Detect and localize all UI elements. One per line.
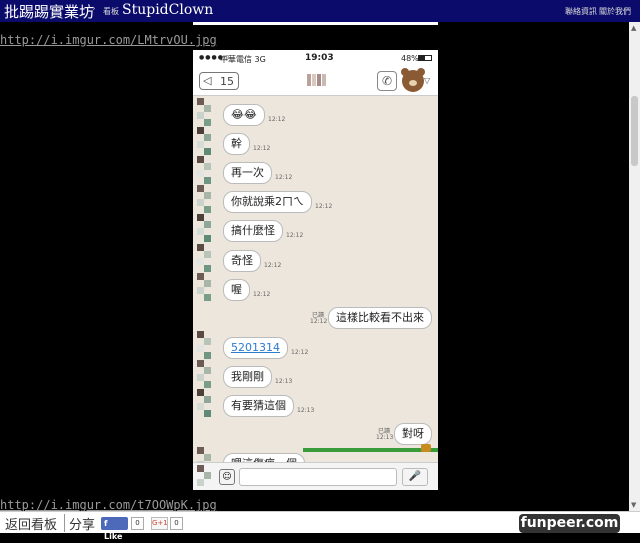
google-plus-button[interactable]: G+1 [151, 517, 168, 530]
battery-percent: 48% [401, 54, 419, 63]
message-bubble: 😂😂 [223, 104, 265, 126]
avatar[interactable] [197, 273, 211, 301]
message-time: 12:12 [310, 318, 328, 325]
brand-logo: funpeer.com [519, 514, 620, 533]
chevron-down-icon[interactable]: ▽ [424, 76, 430, 85]
phone-status-bar: ●●●●○ 中華電信 3G 19:03 48% [193, 50, 438, 66]
sticker-badge [421, 444, 431, 452]
message-bubble: 再一次 [223, 162, 272, 184]
call-icon[interactable]: ✆ [377, 71, 397, 91]
google-plus-count: 0 [170, 517, 183, 530]
message-bubble: 幹 [223, 133, 250, 155]
facebook-like-button[interactable]: f Like [101, 517, 128, 541]
message-input[interactable] [239, 468, 397, 486]
board-name-link[interactable]: StupidClown [122, 2, 213, 18]
message-link[interactable]: 5201314 [223, 337, 288, 359]
about-link[interactable]: 關於我們 [599, 6, 631, 17]
message-bubble-sent: 對呀 [394, 423, 432, 445]
scroll-up-icon[interactable]: ▲ [631, 24, 636, 32]
divider [64, 514, 65, 532]
avatar [197, 465, 211, 487]
message-time: 12:12 [315, 203, 333, 210]
bear-sticker-icon[interactable] [401, 68, 425, 92]
message-bubble: 搞什麼怪 [223, 220, 283, 242]
message-bubble: 你就說乘2ㄇㄟ [223, 191, 312, 213]
share-label: 分享 [69, 518, 96, 533]
message-time: 12:13 [275, 378, 293, 385]
unread-count: 15 [220, 75, 234, 88]
back-button[interactable]: ◁ 15 [199, 72, 239, 90]
avatar[interactable] [197, 185, 211, 213]
message-bubble-sent: 這樣比較看不出來 [328, 307, 432, 329]
message-bubble: 有要猜這個 [223, 395, 294, 417]
image-link-2[interactable]: http://i.imgur.com/t7OOWpK.jpg [0, 498, 217, 512]
avatar[interactable] [197, 389, 211, 417]
breadcrumb-separator: › [92, 4, 96, 14]
mic-icon[interactable]: 🎤 [402, 468, 428, 486]
message-time: 12:12 [268, 116, 286, 123]
content-divider [193, 22, 438, 25]
chat-nav-bar: ◁ 15 ✆ ▽ [193, 66, 438, 96]
message-time: 12:12 [291, 349, 309, 356]
avatar[interactable] [197, 127, 211, 155]
bottom-bar: 返回看板 分享 f Like 0 G+1 0 funpeer.com [0, 511, 640, 541]
board-label: 看板 [103, 7, 119, 16]
carrier-label: 中華電信 3G [220, 55, 266, 64]
message-time: 12:12 [253, 291, 271, 298]
chat-screenshot: ●●●●○ 中華電信 3G 19:03 48% ◁ 15 ✆ ▽ 😂😂 12:12… [193, 50, 438, 490]
avatar[interactable] [197, 360, 211, 388]
battery-icon [418, 55, 432, 61]
image-link-1[interactable]: http://i.imgur.com/LMtrvOU.jpg [0, 33, 217, 47]
avatar[interactable] [197, 244, 211, 272]
message-bubble: 奇怪 [223, 250, 261, 272]
chat-input-bar: ☺ 🎤 [193, 462, 438, 490]
message-time: 12:12 [286, 232, 304, 239]
back-to-board-link[interactable]: 返回看板 [5, 514, 57, 533]
page-scrollbar[interactable]: ▲ ▼ [629, 22, 640, 511]
chat-title-pixelated [307, 74, 327, 86]
avatar[interactable] [197, 331, 211, 359]
message-time: 12:12 [264, 262, 282, 269]
message-time: 12:13 [376, 434, 394, 441]
site-name-link[interactable]: 批踢踢實業坊 [4, 1, 94, 22]
message-time: 12:13 [297, 407, 315, 414]
back-arrow-icon: ◁ [203, 74, 212, 87]
avatar[interactable] [197, 156, 211, 184]
emoji-button[interactable]: ☺ [219, 469, 235, 485]
message-time: 12:12 [253, 145, 271, 152]
scrollbar-thumb[interactable] [631, 96, 638, 166]
contact-link[interactable]: 聯絡資訊 [565, 6, 597, 17]
clock: 19:03 [305, 53, 334, 63]
top-header: 批踢踢實業坊 › 看板 StupidClown 聯絡資訊 關於我們 [0, 0, 640, 22]
sticker-strip [303, 448, 438, 452]
avatar[interactable] [197, 214, 211, 242]
message-time: 12:12 [275, 174, 293, 181]
message-bubble: 喔 [223, 279, 250, 301]
avatar[interactable] [197, 98, 211, 126]
scroll-down-icon[interactable]: ▼ [631, 501, 636, 509]
facebook-like-count: 0 [131, 517, 144, 530]
message-bubble: 我剛剛 [223, 366, 272, 388]
